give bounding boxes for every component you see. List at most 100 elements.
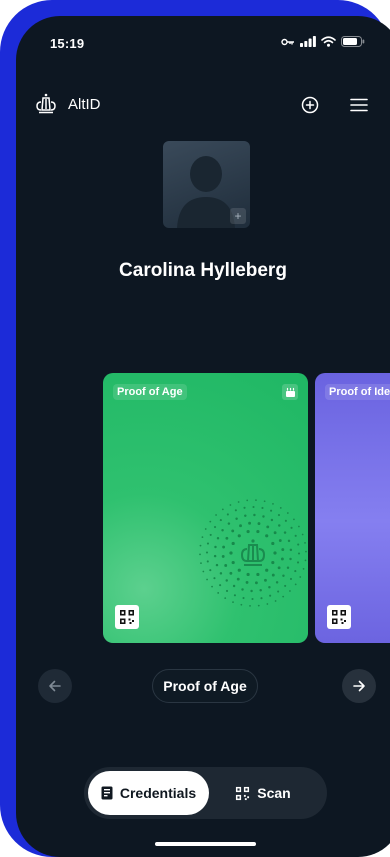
pattern-dot [299, 576, 302, 578]
pattern-dot [257, 522, 261, 526]
credential-card-proof-of-identity[interactable]: Proof of Identity [315, 373, 390, 643]
previous-card-button[interactable] [38, 669, 72, 703]
pattern-dot [282, 574, 285, 577]
pattern-dot [239, 524, 242, 528]
key-icon [281, 38, 294, 45]
pattern-dot [250, 589, 253, 593]
pattern-dot [224, 597, 227, 600]
pattern-dot [266, 603, 269, 605]
plus-circle-icon [301, 96, 319, 114]
avatar-add-icon[interactable]: + [230, 208, 246, 224]
card-label: Proof of Identity [325, 384, 390, 400]
qr-scan-icon [236, 786, 250, 800]
pattern-dot [200, 562, 202, 564]
qr-code-icon[interactable] [327, 605, 351, 629]
pattern-dot [286, 566, 290, 570]
pattern-dot [216, 536, 220, 540]
pattern-dot [232, 601, 234, 603]
pattern-dot [241, 588, 244, 591]
pattern-dot [268, 586, 271, 589]
pattern-dot [289, 548, 293, 552]
credential-card-proof-of-age[interactable]: Proof of Age [103, 373, 308, 643]
bottom-tab-bar: Credentials Scan [84, 767, 327, 819]
app-screen: 15:19 AltID + Carolina Hylleberg Proof o… [16, 16, 390, 857]
pattern-dot [272, 503, 274, 505]
pattern-dot [264, 578, 267, 582]
pattern-dot [214, 545, 217, 549]
pattern-dot [281, 548, 285, 551]
pattern-dot [270, 509, 273, 512]
pattern-dot [249, 605, 251, 607]
pattern-dot [231, 529, 235, 533]
pattern-dot [251, 597, 254, 601]
pattern-dot [302, 567, 305, 570]
pattern-dot [206, 560, 209, 563]
tab-credentials[interactable]: Credentials [88, 771, 209, 815]
pattern-dot [211, 585, 213, 588]
pattern-dot [304, 559, 307, 562]
pattern-dot [229, 504, 232, 506]
pattern-dot [209, 569, 212, 572]
arrow-right-icon [353, 680, 365, 692]
pattern-dot [260, 597, 263, 600]
pattern-dot [253, 513, 256, 517]
arrow-left-icon [49, 680, 61, 692]
status-icons [281, 36, 365, 47]
add-button[interactable] [297, 92, 323, 118]
pattern-dot [294, 570, 297, 573]
tab-label: Scan [257, 785, 291, 801]
pattern-dot [204, 528, 207, 530]
pattern-dot [274, 600, 277, 602]
crown-dot-pattern-icon [199, 499, 307, 607]
pattern-dot [255, 581, 258, 585]
pattern-dot [225, 589, 229, 593]
pattern-dot [273, 551, 277, 555]
pattern-dot [284, 519, 287, 522]
pattern-dot [277, 513, 281, 517]
tab-scan[interactable]: Scan [217, 771, 309, 815]
pattern-dot [225, 536, 229, 540]
pattern-dot [270, 518, 274, 522]
crown-logo-icon [36, 93, 56, 114]
pattern-dot [262, 515, 265, 518]
pattern-dot [237, 534, 241, 538]
pattern-dot [266, 525, 270, 529]
pattern-dot [237, 568, 241, 572]
battery-icon [341, 36, 365, 47]
pattern-dot [229, 571, 233, 575]
pattern-dot [269, 594, 272, 597]
pattern-dot [243, 506, 246, 509]
avatar[interactable]: + [163, 141, 250, 228]
pattern-dot [236, 577, 240, 581]
home-indicator [155, 842, 256, 846]
pattern-dot [271, 560, 275, 565]
pattern-dot [215, 563, 219, 567]
next-card-button[interactable] [342, 669, 376, 703]
pattern-dot [242, 596, 245, 600]
status-time: 15:19 [50, 36, 85, 51]
pattern-dot [289, 557, 292, 561]
pattern-dot [259, 588, 262, 592]
pattern-dot [201, 536, 204, 539]
pattern-dot [246, 529, 250, 534]
pattern-dot [217, 592, 220, 594]
pattern-dot [282, 595, 285, 598]
pattern-dot [252, 505, 255, 509]
tab-label: Credentials [119, 785, 197, 801]
pattern-dot [263, 500, 266, 503]
pattern-dot [261, 506, 264, 510]
pattern-dot [222, 545, 226, 549]
pattern-dot [209, 533, 212, 536]
pattern-dot [297, 552, 301, 555]
pattern-dot [280, 557, 284, 561]
card-label: Proof of Age [113, 384, 187, 400]
current-card-title: Proof of Age [152, 669, 258, 703]
pattern-dot [205, 551, 209, 554]
pattern-dot [221, 508, 224, 511]
pattern-dot [294, 534, 297, 537]
menu-button[interactable] [346, 92, 372, 118]
app-name: AltID [68, 96, 101, 113]
pattern-dot [248, 521, 251, 525]
qr-code-icon[interactable] [115, 605, 139, 629]
pattern-dot [219, 584, 222, 587]
